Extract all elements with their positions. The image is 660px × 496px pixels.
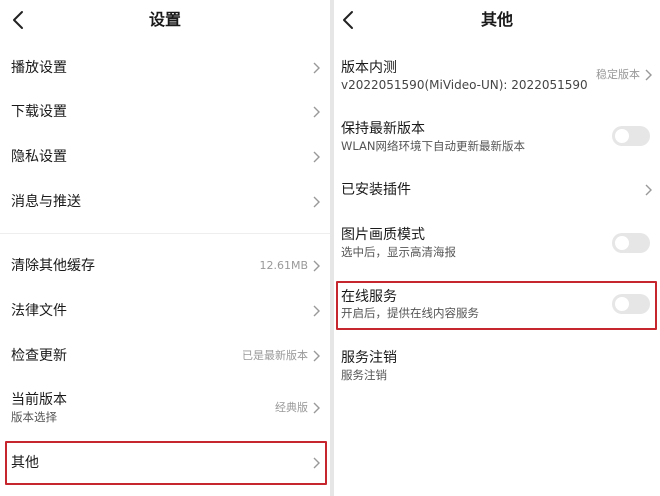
settings-item-label: 当前版本 xyxy=(11,392,67,408)
version-beta-label: 版本内测 xyxy=(341,60,397,76)
highlight-box xyxy=(336,281,657,330)
version-string: v2022051590(MiVideo-UN): 2022051590 xyxy=(341,78,588,92)
section-divider xyxy=(0,233,330,234)
image-quality-label: 图片画质模式 xyxy=(341,227,425,243)
settings-item-download[interactable]: 下载设置 xyxy=(0,92,330,132)
settings-item-clear-cache[interactable]: 清除其他缓存 12.61MB xyxy=(0,246,330,286)
version-mode-value: 经典版 xyxy=(275,401,308,414)
other-header: 其他 xyxy=(334,0,660,40)
toggle-knob xyxy=(615,129,629,143)
settings-item-notifications[interactable]: 消息与推送 xyxy=(0,182,330,222)
settings-item-sublabel: 版本选择 xyxy=(11,410,57,424)
settings-item-label: 消息与推送 xyxy=(11,194,81,210)
chevron-right-icon xyxy=(312,350,320,362)
settings-item-label: 清除其他缓存 xyxy=(11,258,95,274)
settings-item-current-version[interactable]: 当前版本 版本选择 经典版 xyxy=(0,384,330,430)
settings-item-label: 法律文件 xyxy=(11,303,67,319)
settings-item-check-update[interactable]: 检查更新 已是最新版本 xyxy=(0,336,330,376)
settings-item-label: 检查更新 xyxy=(11,348,67,364)
settings-item-playback[interactable]: 播放设置 xyxy=(0,48,330,88)
installed-plugins-item[interactable]: 已安装插件 xyxy=(334,172,660,208)
highlight-box xyxy=(5,441,327,485)
settings-item-legal[interactable]: 法律文件 xyxy=(0,291,330,331)
version-beta-item[interactable]: 版本内测 v2022051590(MiVideo-UN): 2022051590… xyxy=(334,54,660,100)
cache-size-value: 12.61MB xyxy=(259,259,308,272)
settings-item-label: 播放设置 xyxy=(11,60,67,76)
page-title: 设置 xyxy=(148,10,181,29)
keep-latest-sublabel: WLAN网络环境下自动更新最新版本 xyxy=(341,139,526,153)
service-logout-item[interactable]: 服务注销 服务注销 xyxy=(334,346,660,386)
chevron-right-icon xyxy=(312,402,320,414)
image-quality-toggle[interactable] xyxy=(612,233,650,253)
service-logout-label: 服务注销 xyxy=(341,350,397,366)
installed-plugins-label: 已安装插件 xyxy=(341,182,411,198)
update-status-value: 已是最新版本 xyxy=(242,349,308,362)
keep-latest-label: 保持最新版本 xyxy=(341,121,425,137)
keep-latest-toggle[interactable] xyxy=(612,126,650,146)
image-quality-item: 图片画质模式 选中后，显示高清海报 xyxy=(334,222,660,266)
settings-screen: 设置 播放设置 下载设置 隐私设置 消息与推送 清除其他缓存 12.61MB 法… xyxy=(0,0,330,496)
chevron-right-icon xyxy=(644,184,652,196)
settings-header: 设置 xyxy=(0,0,330,40)
service-logout-sublabel: 服务注销 xyxy=(341,368,387,382)
chevron-right-icon xyxy=(312,151,320,163)
page-title: 其他 xyxy=(480,10,513,29)
image-quality-sublabel: 选中后，显示高清海报 xyxy=(341,245,456,259)
version-channel-value: 稳定版本 xyxy=(596,68,640,81)
settings-item-privacy[interactable]: 隐私设置 xyxy=(0,137,330,177)
chevron-right-icon xyxy=(312,196,320,208)
chevron-right-icon xyxy=(312,62,320,74)
keep-latest-item: 保持最新版本 WLAN网络环境下自动更新最新版本 xyxy=(334,116,660,160)
chevron-right-icon xyxy=(312,305,320,317)
settings-item-label: 隐私设置 xyxy=(11,149,67,165)
toggle-knob xyxy=(615,236,629,250)
chevron-right-icon xyxy=(312,260,320,272)
chevron-right-icon xyxy=(312,106,320,118)
other-screen: 其他 版本内测 v2022051590(MiVideo-UN): 2022051… xyxy=(334,0,660,496)
chevron-right-icon xyxy=(644,69,652,81)
settings-item-label: 下载设置 xyxy=(11,104,67,120)
